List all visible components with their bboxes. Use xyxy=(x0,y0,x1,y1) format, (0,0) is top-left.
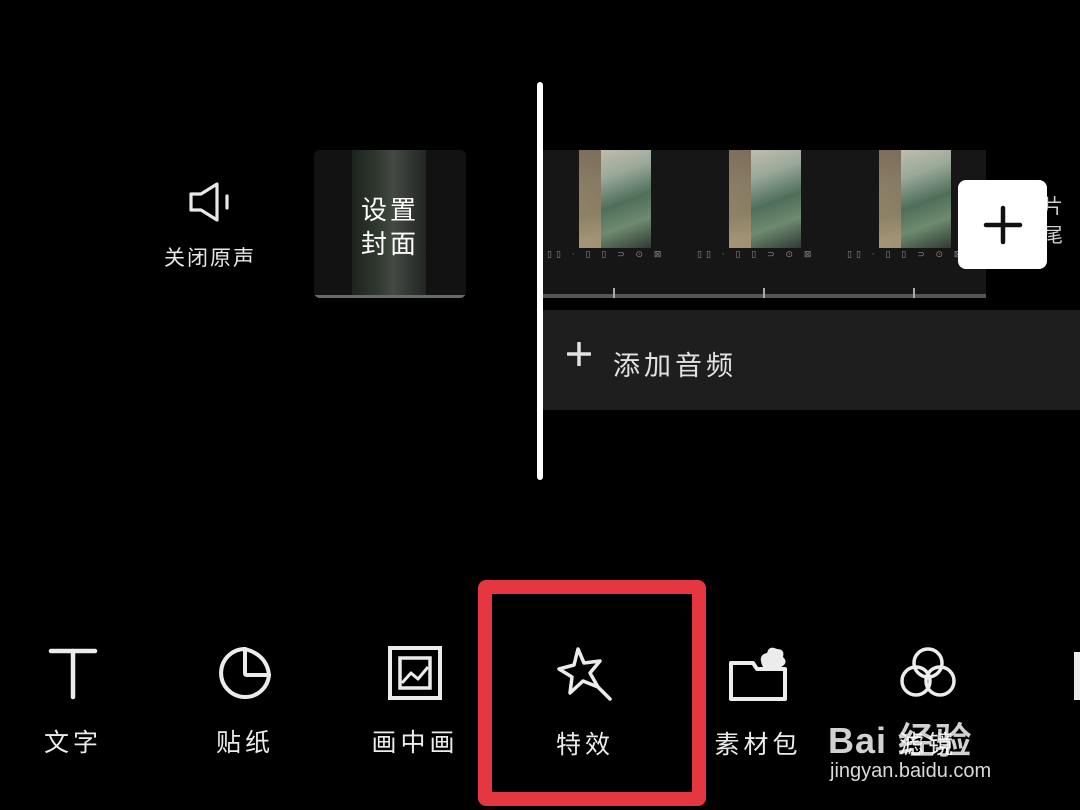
tool-material-pack[interactable]: 素材包 xyxy=(688,645,828,775)
video-track[interactable]: ▯▯ · ▯ ▯ ⊃ ⊙ ⊠ ▯▯ · ▯ ▯ ⊃ ⊙ ⊠ ▯▯ · ▯ ▯ ⊃… xyxy=(543,150,986,298)
plus-icon xyxy=(567,342,591,366)
add-audio-track[interactable]: 添加音频 xyxy=(543,310,1080,410)
next-tool-partial[interactable] xyxy=(1074,652,1080,700)
tool-label: 滤镜 xyxy=(898,730,957,759)
clip-frame xyxy=(729,150,801,248)
playhead[interactable] xyxy=(537,82,543,480)
filter-icon xyxy=(900,647,956,697)
clip-strip xyxy=(543,294,693,298)
plus-icon xyxy=(983,205,1022,244)
add-clip-button[interactable] xyxy=(958,180,1047,269)
tool-filter[interactable]: 滤镜 xyxy=(858,645,998,775)
tool-label: 特效 xyxy=(555,730,614,759)
picture-in-picture-icon xyxy=(388,646,442,700)
tool-sticker[interactable]: 贴纸 xyxy=(175,645,315,775)
add-audio-label: 添加音频 xyxy=(613,351,737,382)
set-cover-button[interactable]: 设置 封面 xyxy=(314,150,466,298)
end-credits-label[interactable]: 片尾 xyxy=(1043,190,1080,248)
tool-effects[interactable]: 特效 xyxy=(515,645,655,775)
bottom-toolbar: 文字 贴纸 画中画 特效 素材包 滤镜 xyxy=(0,600,1080,810)
sticker-icon xyxy=(219,647,271,699)
editor-screen: 关闭原声 设置 封面 ▯▯ · ▯ ▯ ⊃ ⊙ ⊠ ▯▯ · ▯ ▯ ⊃ ⊙ ⊠… xyxy=(0,0,1080,810)
set-cover-label: 设置 封面 xyxy=(360,196,419,260)
tool-label: 素材包 xyxy=(714,730,802,759)
tool-picture-in-picture[interactable]: 画中画 xyxy=(345,645,485,775)
cut-mark xyxy=(913,288,915,298)
tool-label: 画中画 xyxy=(371,728,459,757)
video-clip-thumbnail: ▯▯ · ▯ ▯ ⊃ ⊙ ⊠ xyxy=(543,150,693,298)
clip-frame xyxy=(579,150,651,248)
magic-star-icon xyxy=(557,647,612,701)
clip-controls: ▯▯ · ▯ ▯ ⊃ ⊙ ⊠ xyxy=(547,250,666,260)
clip-controls: ▯▯ · ▯ ▯ ⊃ ⊙ ⊠ xyxy=(697,250,816,260)
mute-original-sound-button[interactable]: 关闭原声 xyxy=(150,170,270,280)
text-t-icon xyxy=(48,648,98,700)
video-clip-thumbnail: ▯▯ · ▯ ▯ ⊃ ⊙ ⊠ xyxy=(693,150,843,298)
speaker-icon xyxy=(189,182,229,222)
cut-mark xyxy=(763,288,765,298)
clip-frame xyxy=(879,150,951,248)
cover-strip xyxy=(314,295,466,298)
material-pack-icon xyxy=(729,647,787,701)
clip-strip xyxy=(693,294,843,298)
tool-text[interactable]: 文字 xyxy=(3,645,143,775)
tool-label: 贴纸 xyxy=(215,728,274,757)
cut-mark xyxy=(613,288,615,298)
tool-label: 文字 xyxy=(43,728,102,757)
mute-original-sound-label: 关闭原声 xyxy=(164,246,256,270)
